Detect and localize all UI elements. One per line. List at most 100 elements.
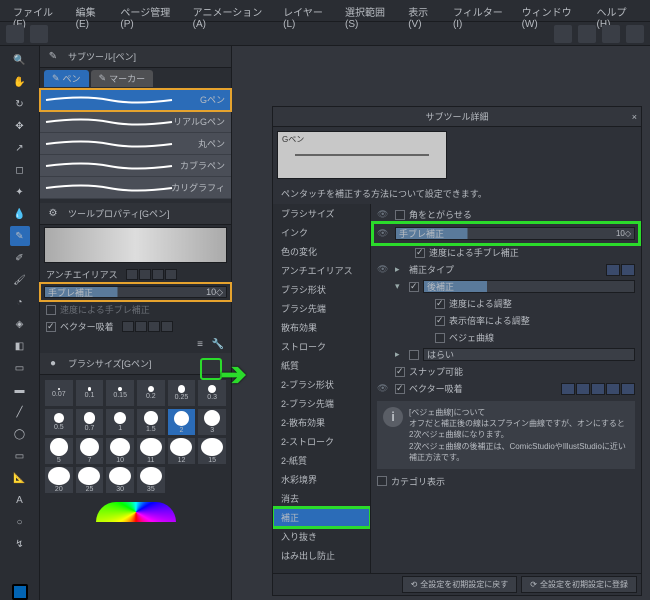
category-item[interactable]: 散布効果 (273, 318, 370, 337)
tool-select-icon[interactable]: ◻ (10, 160, 30, 180)
toolbar-icon[interactable] (626, 25, 644, 43)
tab[interactable]: ✎マーカー (91, 70, 154, 87)
category-item[interactable]: はみ出し防止 (273, 546, 370, 565)
category-item[interactable]: ストローク (273, 337, 370, 356)
tool-ruler-icon[interactable]: 📐 (10, 468, 30, 488)
stabilize-slider[interactable]: 手ブレ補正 10◇ (395, 227, 635, 240)
pen-item[interactable]: カブラペン (40, 155, 231, 177)
category-item[interactable]: 2-散布効果 (273, 413, 370, 432)
size-cell[interactable]: 11 (136, 437, 166, 465)
category-item[interactable]: インク (273, 223, 370, 242)
tool-balloon-icon[interactable]: ○ (10, 512, 30, 532)
category-item[interactable]: アンチエイリアス (273, 261, 370, 280)
checkbox-icon[interactable] (395, 210, 405, 220)
tool-wand-icon[interactable]: ✦ (10, 182, 30, 202)
tool-fill-icon[interactable]: ▬ (10, 380, 30, 400)
tool-magnify-icon[interactable]: 🔍 (10, 50, 30, 70)
category-item[interactable]: 2-ブラシ形状 (273, 375, 370, 394)
checkbox-icon[interactable] (409, 350, 419, 360)
category-item[interactable]: 水彩境界 (273, 470, 370, 489)
checkbox-icon[interactable] (435, 299, 445, 309)
speed-adj-row[interactable]: 速度による手ブレ補正 (40, 301, 231, 318)
menu-icon[interactable]: ≡ (193, 337, 207, 351)
size-cell[interactable]: 0.5 (44, 408, 74, 436)
size-cell[interactable]: 10 (105, 437, 135, 465)
category-item[interactable]: 紙質 (273, 356, 370, 375)
reset-button[interactable]: ⟲全設定を初期設定に戻す (402, 576, 518, 593)
category-item[interactable]: ブラシ形状 (273, 280, 370, 299)
category-item[interactable]: 補正 (273, 508, 370, 527)
save-button[interactable]: ⟳全設定を初期設定に登録 (521, 576, 637, 593)
tool-frame-icon[interactable]: ▭ (10, 446, 30, 466)
tool-text-icon[interactable]: A (10, 490, 30, 510)
menu-item[interactable]: ウィンドウ(W) (515, 0, 590, 21)
category-item[interactable]: 入り抜き (273, 527, 370, 546)
size-cell[interactable]: 12 (167, 437, 197, 465)
toolbar-icon[interactable] (554, 25, 572, 43)
size-cell[interactable]: 25 (75, 466, 105, 494)
tool-shape-icon[interactable]: ◯ (10, 424, 30, 444)
menu-item[interactable]: ヘルプ(H) (590, 0, 644, 21)
category-item[interactable]: 色の変化 (273, 242, 370, 261)
size-cell[interactable]: 20 (44, 466, 74, 494)
tool-blend-icon[interactable]: ▭ (10, 358, 30, 378)
size-cell[interactable]: 35 (136, 466, 166, 494)
checkbox-icon[interactable] (435, 316, 445, 326)
stabilize-detail-row[interactable]: 👁 手ブレ補正 10◇ (373, 223, 639, 244)
close-icon[interactable]: × (632, 112, 637, 122)
checkbox-icon[interactable] (46, 305, 56, 315)
category-item[interactable]: ブラシサイズ (273, 204, 370, 223)
size-cell[interactable]: 2 (167, 408, 197, 436)
menu-item[interactable]: フィルター(I) (446, 0, 515, 21)
stabilize-row[interactable]: 手ブレ補正 10◇ (40, 283, 231, 301)
tool-move-icon[interactable]: ✥ (10, 116, 30, 136)
size-cell[interactable]: 1 (105, 408, 135, 436)
stabilize-slider[interactable]: 手ブレ補正 10◇ (44, 286, 227, 298)
size-cell[interactable]: 1.5 (136, 408, 166, 436)
toolbar-icon[interactable] (602, 25, 620, 43)
toolbar-icon[interactable] (30, 25, 48, 43)
checkbox-icon[interactable] (395, 367, 405, 377)
menu-item[interactable]: レイヤー(L) (276, 0, 338, 21)
size-cell[interactable]: 0.7 (75, 408, 105, 436)
size-cell[interactable]: 0.3 (197, 379, 227, 407)
tool-deco-icon[interactable]: ◈ (10, 314, 30, 334)
checkbox-icon[interactable] (395, 384, 405, 394)
pen-item[interactable]: 丸ペン (40, 133, 231, 155)
tool-brush-icon[interactable]: 🖌 (10, 270, 30, 290)
checkbox-icon[interactable] (46, 322, 56, 332)
size-cell[interactable]: 3 (197, 408, 227, 436)
size-cell[interactable]: 15 (197, 437, 227, 465)
checkbox-icon[interactable] (409, 282, 419, 292)
spanner-icon[interactable]: 🔧 (211, 337, 225, 351)
category-item[interactable]: 2-ストローク (273, 432, 370, 451)
checkbox-icon[interactable] (377, 476, 387, 486)
size-cell[interactable]: 0.2 (136, 379, 166, 407)
tool-pencil-icon[interactable]: ✐ (10, 248, 30, 268)
size-cell[interactable]: 30 (105, 466, 135, 494)
tool-pen-icon[interactable]: ✎ (10, 226, 30, 246)
category-item[interactable]: ブラシ先端 (273, 299, 370, 318)
tool-line-icon[interactable]: ╱ (10, 402, 30, 422)
pen-item[interactable]: リアルGペン (40, 111, 231, 133)
vector-snap-row[interactable]: ベクター吸着 (40, 318, 231, 335)
category-item[interactable]: 2-紙質 (273, 451, 370, 470)
pen-item[interactable]: Gペン (40, 89, 231, 111)
menu-item[interactable]: アニメーション(A) (186, 0, 276, 21)
menu-item[interactable]: 表示(V) (401, 0, 446, 21)
checkbox-icon[interactable] (435, 333, 445, 343)
menu-item[interactable]: ファイル(F) (6, 0, 69, 21)
size-cell[interactable]: 0.25 (167, 379, 197, 407)
tool-airbrush-icon[interactable]: ◔ (10, 292, 30, 312)
menu-item[interactable]: 選択範囲(S) (338, 0, 401, 21)
size-cell[interactable]: 5 (44, 437, 74, 465)
tab[interactable]: ✎ペン (44, 70, 89, 87)
tool-eyedrop-icon[interactable]: 💧 (10, 204, 30, 224)
tool-rotate-icon[interactable]: ↻ (10, 94, 30, 114)
size-cell[interactable]: 7 (75, 437, 105, 465)
tool-correction-icon[interactable]: ↯ (10, 534, 30, 554)
category-item[interactable]: 消去 (273, 489, 370, 508)
color-swatch-icon[interactable] (12, 584, 28, 600)
toolbar-icon[interactable] (6, 25, 24, 43)
size-cell[interactable]: 0.1 (75, 379, 105, 407)
